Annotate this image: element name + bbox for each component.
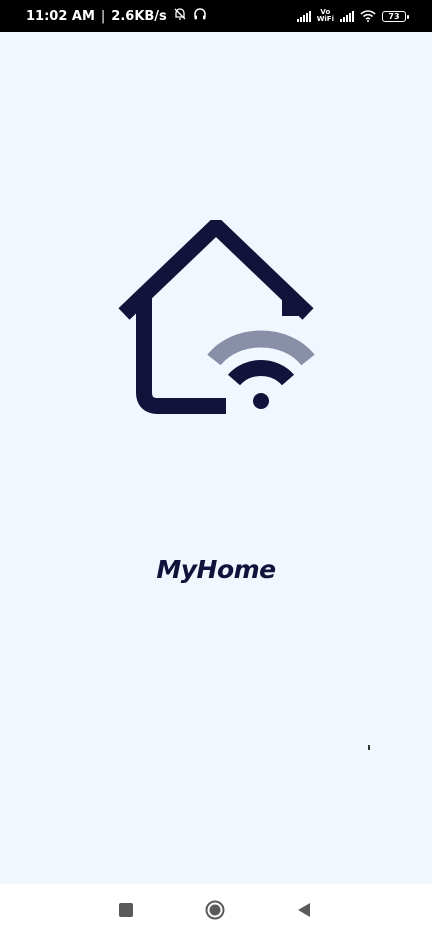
recents-button[interactable] — [119, 903, 133, 917]
navigation-bar — [0, 884, 432, 936]
app-name-title: MyHome — [156, 555, 276, 584]
home-button[interactable] — [205, 900, 225, 920]
status-bar: 11:02 AM | 2.6KB/s Vo WiFi 73 — [0, 0, 432, 32]
home-wifi-logo-icon — [118, 220, 315, 414]
loading-indicator — [368, 745, 370, 750]
vowifi-bottom-label: WiFi — [316, 15, 334, 23]
vowifi-icon: Vo WiFi — [317, 9, 334, 23]
signal-icon — [296, 10, 311, 22]
back-triangle-icon — [298, 903, 310, 917]
battery-level: 73 — [388, 11, 400, 21]
battery-icon: 73 — [382, 10, 409, 22]
headphones-icon — [193, 7, 207, 25]
back-button[interactable] — [296, 902, 312, 918]
status-separator: | — [100, 8, 106, 24]
signal-icon — [340, 10, 354, 22]
mute-bell-icon — [173, 7, 187, 25]
network-speed: 2.6KB/s — [111, 8, 167, 24]
wifi-icon — [360, 7, 376, 26]
status-left: 11:02 AM | 2.6KB/s — [26, 7, 207, 25]
home-circle-icon — [205, 900, 225, 920]
status-right: Vo WiFi 73 — [296, 7, 409, 26]
splash-screen: MyHome — [0, 32, 432, 884]
status-time: 11:02 AM — [26, 8, 95, 24]
